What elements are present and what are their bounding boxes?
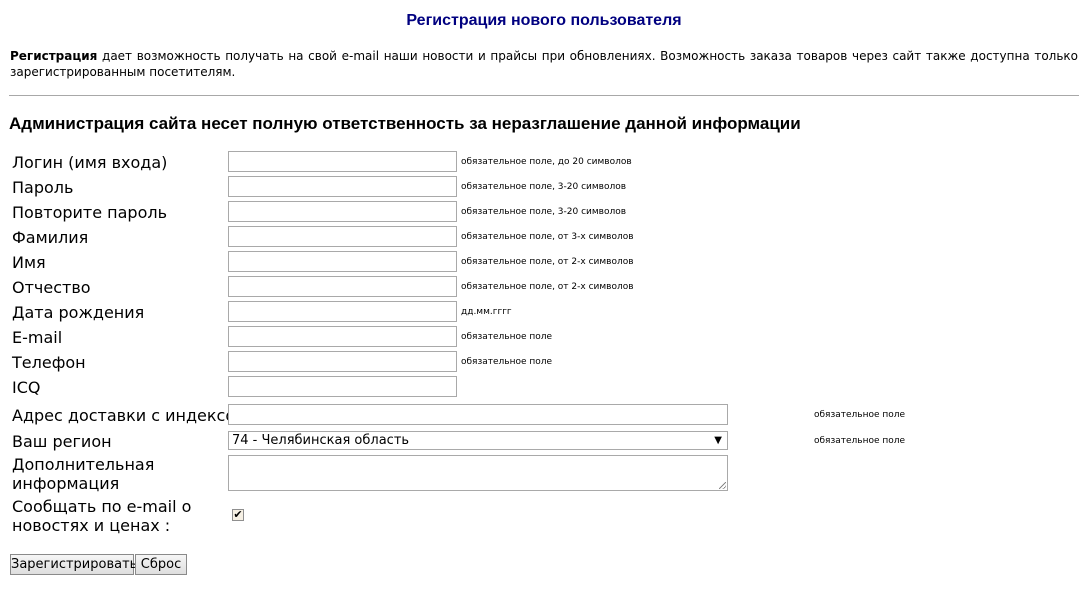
intro-paragraph: Регистрация дает возможность получать на…	[10, 48, 1078, 80]
email-input[interactable]	[228, 326, 457, 347]
address-hint: обязательное поле	[814, 410, 906, 420]
first-name-hint: обязательное поле, от 2-х символов	[461, 257, 634, 267]
first-name-label: Имя	[12, 253, 46, 272]
email-hint: обязательное поле	[461, 332, 553, 342]
email-label: E-mail	[12, 328, 63, 347]
section-heading: Администрация сайта несет полную ответст…	[9, 114, 801, 133]
password-hint: обязательное поле, 3-20 символов	[461, 182, 627, 192]
login-input[interactable]	[228, 151, 457, 172]
password-input[interactable]	[228, 176, 457, 197]
address-label: Адрес доставки с индексом	[12, 406, 248, 425]
region-hint: обязательное поле	[814, 436, 906, 446]
resize-grip-icon[interactable]	[719, 482, 726, 489]
chevron-down-icon[interactable]: ▼	[714, 432, 722, 449]
intro-bold: Регистрация	[10, 49, 98, 63]
password-repeat-input[interactable]	[228, 201, 457, 222]
login-hint: обязательное поле, до 20 символов	[461, 157, 632, 167]
reset-button[interactable]: Сброс	[135, 554, 187, 575]
subscribe-label-line1: Сообщать по e-mail о	[12, 497, 192, 516]
surname-input[interactable]	[228, 226, 457, 247]
birth-date-label: Дата рождения	[12, 303, 145, 322]
patronymic-label: Отчество	[12, 278, 91, 297]
icq-input[interactable]	[228, 376, 457, 397]
surname-label: Фамилия	[12, 228, 89, 247]
phone-hint: обязательное поле	[461, 357, 553, 367]
password-repeat-label: Повторите пароль	[12, 203, 168, 222]
phone-input[interactable]	[228, 351, 457, 372]
first-name-input[interactable]	[228, 251, 457, 272]
login-label: Логин (имя входа)	[12, 153, 168, 172]
checkmark-icon: ✔	[233, 508, 243, 521]
divider	[9, 95, 1079, 96]
surname-hint: обязательное поле, от 3-х символов	[461, 232, 634, 242]
region-select[interactable]: 74 - Челябинская область ▼	[228, 431, 728, 450]
subscribe-label-line2: новостях и ценах :	[12, 516, 171, 535]
register-button[interactable]: Зарегистрировать	[10, 554, 137, 575]
address-input[interactable]	[228, 404, 728, 425]
region-label: Ваш регион	[12, 432, 112, 451]
birth-date-input[interactable]	[228, 301, 457, 322]
page-title: Регистрация нового пользователя	[406, 12, 682, 29]
password-repeat-hint: обязательное поле, 3-20 символов	[461, 207, 627, 217]
additional-textarea[interactable]	[228, 455, 728, 491]
additional-label-line2: информация	[12, 474, 120, 493]
additional-label-line1: Дополнительная	[12, 455, 155, 474]
patronymic-hint: обязательное поле, от 2-х символов	[461, 282, 634, 292]
subscribe-checkbox[interactable]: ✔	[232, 509, 244, 521]
phone-label: Телефон	[12, 353, 86, 372]
password-label: Пароль	[12, 178, 74, 197]
patronymic-input[interactable]	[228, 276, 457, 297]
birth-date-hint: дд.мм.гггг	[461, 307, 512, 317]
intro-text: дает возможность получать на свой e-mail…	[10, 49, 1078, 79]
icq-label: ICQ	[12, 378, 41, 397]
region-selected-value: 74 - Челябинская область	[232, 433, 410, 448]
